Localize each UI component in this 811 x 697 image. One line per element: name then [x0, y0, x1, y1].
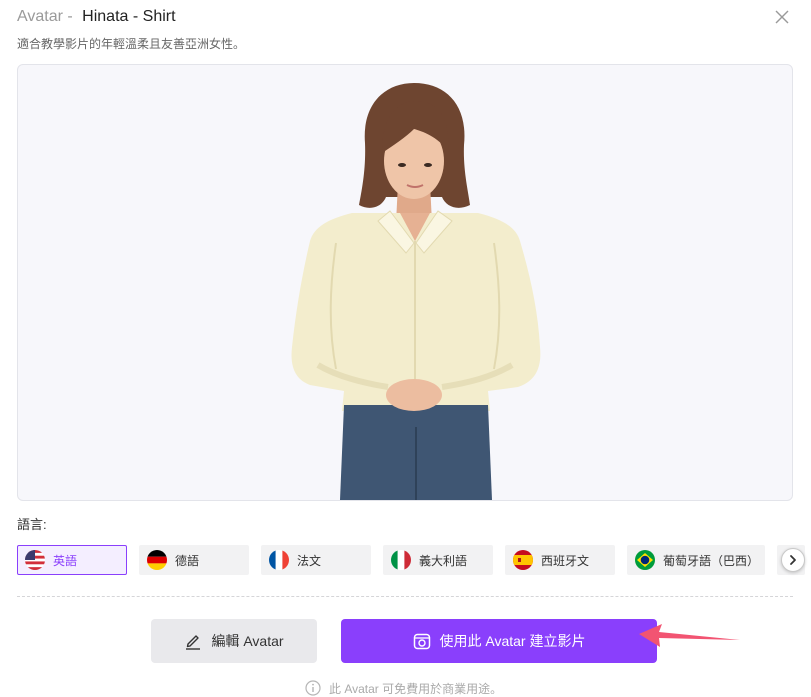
pencil-icon: [184, 632, 202, 650]
info-icon: [305, 680, 321, 696]
avatar-figure: [291, 83, 541, 500]
brazil-flag-icon: [635, 550, 655, 570]
language-chip-french[interactable]: 法文: [261, 545, 371, 575]
commercial-use-note: 此 Avatar 可免費用於商業用途。: [305, 680, 502, 696]
language-chip-label: 英語: [53, 553, 78, 568]
chevron-right-icon[interactable]: [781, 548, 805, 572]
language-chip-label: 德語: [175, 553, 200, 568]
language-chip-label: 西班牙文: [541, 553, 590, 568]
commercial-use-text: 此 Avatar 可免費用於商業用途。: [329, 681, 503, 696]
create-video-button[interactable]: 使用此 Avatar 建立影片: [341, 619, 657, 663]
dialog-title: Avatar - Hinata - Shirt: [17, 7, 176, 27]
avatar-name: Hinata - Shirt: [82, 8, 176, 25]
close-icon[interactable]: [774, 9, 790, 25]
dialog-title-prefix: Avatar -: [17, 8, 78, 25]
avatar-right-eye: [424, 163, 432, 167]
annotation-arrow-icon: [639, 624, 740, 647]
language-chip-german[interactable]: 德語: [139, 545, 249, 575]
language-chip-list: 英語 德語 法文 義大利語 西班牙文 葡萄牙語（巴西）: [17, 545, 805, 575]
language-label: 語言:: [17, 517, 47, 532]
italy-flag-icon: [391, 550, 411, 570]
avatar-description: 適合教學影片的年輕溫柔且友善亞洲女性。: [17, 37, 246, 51]
us-flag-icon: [25, 550, 45, 570]
language-chip-label: 義大利語: [419, 553, 468, 568]
france-flag-icon: [269, 550, 289, 570]
avatar-hands: [386, 379, 442, 411]
dashed-divider: [17, 596, 793, 597]
edit-avatar-button[interactable]: 編輯 Avatar: [151, 619, 317, 663]
language-chip-italian[interactable]: 義大利語: [383, 545, 493, 575]
spain-flag-icon: [513, 550, 533, 570]
language-chip-label: 葡萄牙語（巴西）: [663, 553, 760, 568]
language-chip-english[interactable]: 英語: [17, 545, 127, 575]
germany-flag-icon: [147, 550, 167, 570]
avatar-left-eye: [398, 163, 406, 167]
create-video-label: 使用此 Avatar 建立影片: [439, 633, 586, 649]
edit-avatar-label: 編輯 Avatar: [211, 633, 284, 649]
language-chip-portuguese-brazil[interactable]: 葡萄牙語（巴西）: [627, 545, 765, 575]
language-chip-spanish[interactable]: 西班牙文: [505, 545, 615, 575]
avatar-preview: [17, 64, 793, 501]
language-chip-label: 法文: [297, 553, 322, 568]
video-create-icon: [413, 632, 431, 650]
